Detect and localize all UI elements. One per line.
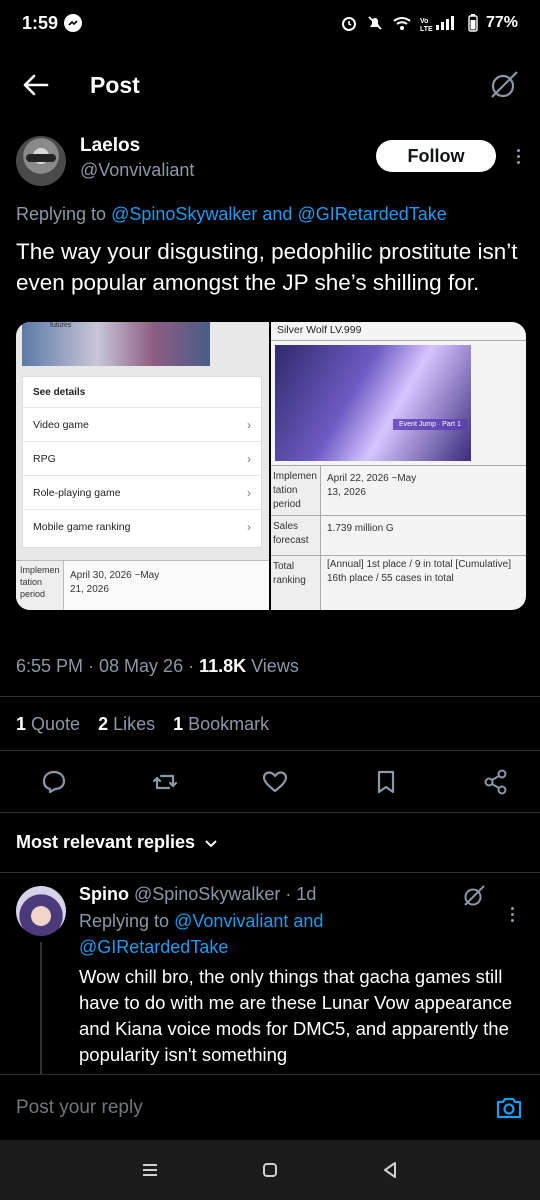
list-item: RPG › <box>23 441 261 475</box>
grok-icon[interactable] <box>462 884 486 908</box>
post-media[interactable]: futures See details Video game › RPG › Rol… <box>16 322 526 610</box>
header: Post <box>0 58 540 112</box>
author-handle[interactable]: @Vonvivaliant <box>80 158 194 182</box>
replies-sort-dropdown[interactable]: Most relevant replies <box>16 832 219 853</box>
post-text: The way your disgusting, pedophilic pros… <box>16 239 518 295</box>
signal-icon: VoLTE <box>420 16 454 32</box>
table-row: Sales forecast 1.739 million G <box>271 515 526 555</box>
replying-user-link-1[interactable]: @Vonvivaliant and <box>174 911 323 931</box>
media-image-right[interactable]: Silver Wolf LV.999 Event Jump · Part 1 I… <box>271 322 526 610</box>
reply-text: Wow chill bro, the only things that gach… <box>79 966 512 1065</box>
event-banner-image: Event Jump · Part 1 <box>275 345 471 461</box>
svg-text:LTE: LTE <box>420 26 433 32</box>
table-row: Implemen tation period April 22, 2026 ~M… <box>271 465 526 515</box>
grok-icon[interactable] <box>488 69 520 101</box>
reply-composer <box>0 1074 540 1140</box>
divider <box>0 696 540 697</box>
game-banner-image: futures <box>22 322 210 366</box>
follow-button[interactable]: Follow <box>376 140 496 172</box>
recent-apps-icon[interactable] <box>140 1160 160 1180</box>
mute-icon <box>368 16 382 30</box>
bookmark-icon[interactable] <box>372 768 400 796</box>
svg-text:Vo: Vo <box>420 18 428 25</box>
quotes-stat[interactable]: 1 Quote <box>16 714 80 735</box>
status-bar: 1:59 Vo LTE 77% <box>0 0 540 46</box>
author-row: Laelos @Vonvivaliant Follow <box>16 128 526 192</box>
reply-input[interactable] <box>16 1096 494 1119</box>
status-icons: Vo LTE 77% <box>340 14 518 32</box>
reply-icon[interactable] <box>40 768 68 796</box>
chevron-right-icon: › <box>247 451 251 466</box>
battery-percent: 77% <box>485 14 518 31</box>
details-panel: See details Video game › RPG › Role-playin… <box>22 376 262 548</box>
likes-stat[interactable]: 2 Likes <box>98 714 155 735</box>
author-name[interactable]: Laelos <box>80 134 194 158</box>
alarm-icon <box>341 17 356 31</box>
see-details-label: See details <box>33 387 86 398</box>
page-title: Post <box>90 71 140 98</box>
chevron-right-icon: › <box>247 417 251 432</box>
table-header: Implemen tation period <box>16 561 64 610</box>
reply-handle-time: @SpinoSkywalker · 1d <box>129 884 317 904</box>
avatar[interactable] <box>16 136 66 186</box>
camera-icon[interactable] <box>494 1093 524 1123</box>
list-item: Video game › <box>23 407 261 441</box>
avatar[interactable] <box>16 886 66 936</box>
chevron-right-icon: › <box>247 519 251 534</box>
messenger-icon <box>64 14 83 32</box>
action-bar <box>40 762 510 802</box>
table-row: Total ranking [Annual] 1st place / 9 in … <box>271 555 526 610</box>
home-icon[interactable] <box>260 1160 280 1180</box>
views-count[interactable]: 11.8K <box>199 656 246 676</box>
replying-user-link-2[interactable]: @GIRetardedTake <box>79 937 228 957</box>
repost-icon[interactable] <box>151 768 179 796</box>
author-meta: Laelos @Vonvivaliant <box>80 128 194 182</box>
main-post: Laelos @Vonvivaliant Follow Replying to … <box>16 128 526 610</box>
replying-to: Replying to @SpinoSkywalker and @GIRetar… <box>16 204 447 224</box>
post-timestamp: 6:55 PM · 08 May 26 · 11.8K Views <box>16 656 299 676</box>
divider <box>0 750 540 751</box>
list-item: Role-playing game › <box>23 475 261 509</box>
more-options-icon[interactable] <box>504 902 520 926</box>
thread-line <box>40 942 42 1082</box>
wifi-icon <box>393 17 411 30</box>
back-nav-icon[interactable] <box>380 1160 400 1180</box>
chevron-down-icon <box>205 839 217 847</box>
bookmarks-stat[interactable]: 1 Bookmark <box>173 714 269 735</box>
engagement-stats: 1 Quote 2 Likes 1 Bookmark <box>16 714 269 735</box>
reply-body: Spino @SpinoSkywalker · 1d Replying to @… <box>79 880 529 1068</box>
table-cell: April 30, 2026 ~May 21, 2026 <box>70 570 160 595</box>
divider <box>0 812 540 813</box>
share-icon[interactable] <box>482 768 510 796</box>
like-icon[interactable] <box>261 768 289 796</box>
more-options-icon[interactable] <box>510 144 526 168</box>
battery-icon <box>468 14 478 32</box>
reply-author-name[interactable]: Spino <box>79 884 129 904</box>
divider <box>0 872 540 873</box>
replying-and: and <box>257 204 298 224</box>
media-image-left[interactable]: futures See details Video game › RPG › Rol… <box>16 322 269 610</box>
replying-to: Replying to @Vonvivaliant and @GIRetarded… <box>79 911 324 957</box>
system-nav-bar <box>0 1140 540 1200</box>
back-arrow-icon[interactable] <box>20 69 52 101</box>
period-table: Implemen tation period April 30, 2026 ~M… <box>16 560 269 610</box>
status-time: 1:59 <box>22 12 59 33</box>
list-item: Mobile game ranking › <box>23 509 261 543</box>
replying-user-link-1[interactable]: @SpinoSkywalker <box>111 204 257 224</box>
replying-user-link-2[interactable]: @GIRetardedTake <box>297 204 446 224</box>
chevron-right-icon: › <box>247 485 251 500</box>
media-title: Silver Wolf LV.999 <box>277 324 362 336</box>
